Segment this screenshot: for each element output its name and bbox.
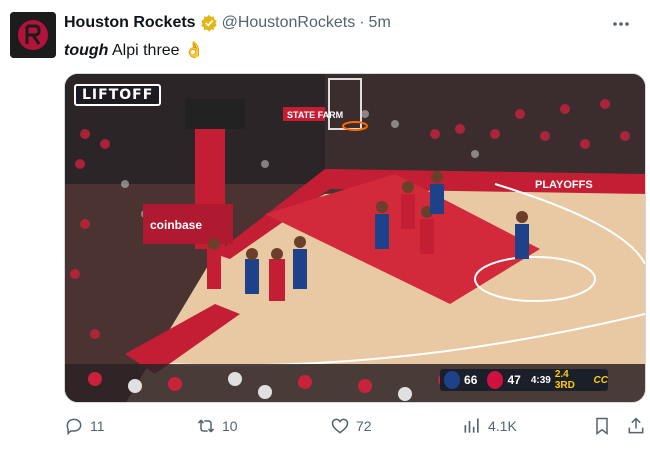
basketball-court-image: coinbase STATE FARM PLAYOFFS	[65, 74, 645, 402]
court-banner-label: STATE FARM	[287, 110, 343, 120]
like-button[interactable]: 72	[330, 416, 372, 436]
liftoff-logo: LIFTOFF	[74, 84, 162, 106]
away-score: 66	[464, 373, 478, 387]
timestamp[interactable]: 5m	[369, 14, 391, 32]
like-count: 72	[356, 418, 372, 434]
verified-badge-icon	[200, 14, 218, 32]
reply-icon	[66, 418, 82, 436]
playoffs-label: PLAYOFFS	[535, 179, 593, 191]
views-chart-icon	[464, 418, 479, 433]
tweet-actions: 11 10 72 4.1K	[64, 416, 646, 440]
share-icon[interactable]	[626, 416, 646, 436]
network-logo: CC	[593, 374, 608, 386]
tweet-media-image[interactable]: coinbase STATE FARM PLAYOFFS	[64, 73, 646, 403]
heart-icon	[331, 418, 349, 434]
tweet-text: tough Alpi three 👌	[64, 40, 204, 60]
separator-dot: ·	[359, 14, 365, 31]
tweet-text-body: Alpi three 👌	[108, 42, 204, 59]
liftoff-label: LIFTOFF	[82, 87, 154, 103]
tweet-text-emphasis: tough	[64, 42, 109, 59]
reply-count: 11	[90, 418, 105, 434]
bookmark-icon[interactable]	[592, 416, 612, 436]
game-quarter: 2.4 3RD	[554, 369, 575, 391]
home-score: 47	[507, 373, 521, 387]
game-clock: 4:39	[530, 374, 551, 386]
coinbase-label: coinbase	[150, 218, 202, 232]
views-button[interactable]: 4.1K	[462, 416, 517, 436]
more-options-icon[interactable]	[610, 14, 632, 34]
repost-icon	[197, 419, 215, 433]
repost-count: 10	[222, 418, 238, 434]
warriors-logo-icon	[444, 371, 461, 389]
tweet-card[interactable]: Houston Rockets @HoustonRockets · 5m tou…	[0, 0, 650, 455]
reply-button[interactable]: 11	[64, 416, 105, 436]
views-count: 4.1K	[488, 418, 517, 434]
author-name[interactable]: Houston Rockets	[64, 14, 196, 32]
scorebug: 66 47 4:39 2.4 3RD CC	[440, 369, 608, 391]
repost-button[interactable]: 10	[196, 416, 238, 436]
avatar[interactable]	[10, 12, 56, 58]
author-handle[interactable]: @HoustonRockets	[222, 14, 356, 32]
rockets-team-icon	[487, 371, 504, 389]
rockets-logo-icon	[10, 12, 56, 58]
tweet-header: Houston Rockets @HoustonRockets · 5m	[64, 14, 391, 32]
